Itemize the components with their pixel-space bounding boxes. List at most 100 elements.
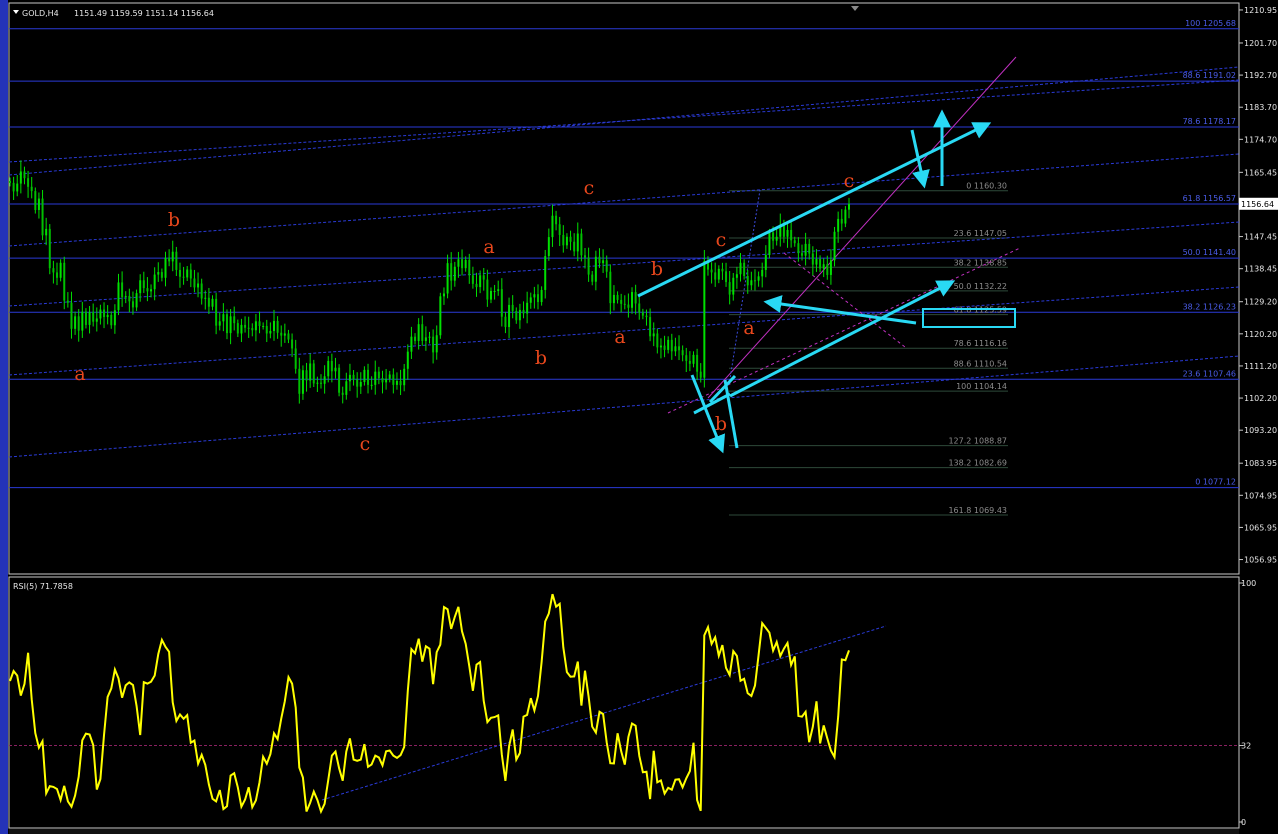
candle-body xyxy=(623,303,626,305)
price-tick-label: 1183.70 xyxy=(1244,103,1277,112)
price-tick-label: 1120.20 xyxy=(1244,330,1277,339)
candle-body xyxy=(659,345,662,348)
price-tick-label: 1102.20 xyxy=(1244,394,1277,403)
candle-body xyxy=(88,312,91,325)
candle-body xyxy=(312,363,315,384)
candle-body xyxy=(746,276,749,286)
candle-body xyxy=(34,191,37,210)
candle-body xyxy=(489,290,492,300)
candle-body xyxy=(471,275,474,284)
candle-body xyxy=(197,283,200,288)
candle-body xyxy=(645,315,648,318)
candle-body xyxy=(837,218,840,232)
fib-ext-label: 0 1160.30 xyxy=(966,182,1007,191)
fib-ext-label: 138.2 1082.69 xyxy=(948,459,1007,468)
candle-body xyxy=(591,274,594,282)
candle-body xyxy=(536,294,539,303)
candle-body xyxy=(19,171,22,184)
candle-body xyxy=(580,233,583,256)
candle-body xyxy=(649,317,652,337)
candle-body xyxy=(207,297,210,307)
candle-body xyxy=(739,262,742,275)
candle-body xyxy=(526,302,529,314)
fib-level-label: 38.2 1126.23 xyxy=(1183,302,1236,311)
candle-body xyxy=(453,266,456,281)
candle-body xyxy=(229,316,232,334)
candle-body xyxy=(370,384,373,386)
candle-body xyxy=(345,381,348,395)
candle-body xyxy=(81,311,84,331)
candle-body xyxy=(522,309,525,314)
candle-body xyxy=(598,256,601,264)
candle-body xyxy=(479,275,482,288)
candle-body xyxy=(782,224,785,237)
candle-body xyxy=(157,272,160,275)
candle-body xyxy=(634,292,637,304)
chart-header: GOLD,H4 1151.49 1159.59 1151.14 1156.64 xyxy=(13,9,214,18)
candle-body xyxy=(435,335,438,353)
candle-body xyxy=(605,260,608,272)
candle-body xyxy=(616,294,619,300)
price-tick-label: 1192.70 xyxy=(1244,71,1277,80)
candle-body xyxy=(804,243,807,256)
candle-body xyxy=(594,256,597,282)
candle-body xyxy=(840,218,843,224)
candle-body xyxy=(338,367,341,393)
candle-body xyxy=(609,271,612,304)
candle-body xyxy=(735,274,738,278)
candle-body xyxy=(128,295,131,302)
candle-body xyxy=(301,370,304,394)
candle-body xyxy=(565,236,568,246)
candle-body xyxy=(251,328,254,331)
wave-label: b xyxy=(715,413,727,435)
candle-body xyxy=(424,337,427,341)
candle-body xyxy=(710,269,713,273)
candle-body xyxy=(92,312,95,322)
candle-body xyxy=(627,304,630,308)
candle-body xyxy=(482,275,485,280)
symbol-label: GOLD,H4 xyxy=(22,9,59,18)
candle-body xyxy=(761,269,764,277)
candle-body xyxy=(461,259,464,269)
fib-level-label: 50.0 1141.40 xyxy=(1183,248,1236,257)
candle-body xyxy=(674,346,677,352)
candle-body xyxy=(316,382,319,384)
fib-level-label: 23.6 1107.46 xyxy=(1183,369,1236,378)
candle-body xyxy=(352,374,355,380)
candle-body xyxy=(309,363,312,381)
candle-body xyxy=(211,298,214,307)
candle-body xyxy=(790,229,793,241)
candle-body xyxy=(363,369,366,383)
price-tick-label: 1165.45 xyxy=(1244,168,1277,177)
candle-body xyxy=(399,380,402,386)
fib-ext-label: 127.2 1088.87 xyxy=(948,437,1007,446)
candle-body xyxy=(254,321,257,331)
candle-body xyxy=(215,298,218,326)
candle-body xyxy=(725,271,728,283)
price-tick-label: 1147.45 xyxy=(1244,233,1277,242)
wave-label: c xyxy=(360,433,371,455)
candle-body xyxy=(464,259,467,269)
price-tick-label: 1093.20 xyxy=(1244,426,1277,435)
candle-body xyxy=(793,240,796,244)
fib-level-label: 0 1077.12 xyxy=(1195,478,1236,487)
candle-body xyxy=(150,289,153,292)
candle-body xyxy=(750,280,753,286)
candle-body xyxy=(753,280,756,282)
fib-ext-label: 38.2 1138.85 xyxy=(954,258,1007,267)
candle-body xyxy=(168,257,171,262)
rsi-label: RSI(5) 71.7858 xyxy=(13,582,73,591)
candle-body xyxy=(808,243,811,254)
candle-body xyxy=(374,371,377,385)
rsi-tick-label: 100 xyxy=(1241,579,1256,588)
candle-body xyxy=(757,276,760,281)
candle-body xyxy=(330,360,333,372)
candle-body xyxy=(367,369,370,385)
candle-body xyxy=(555,215,558,225)
candle-body xyxy=(439,296,442,336)
candle-body xyxy=(233,316,236,324)
candle-body xyxy=(663,345,666,350)
candle-body xyxy=(811,253,814,265)
wave-label: a xyxy=(614,326,625,348)
candle-body xyxy=(797,243,800,254)
